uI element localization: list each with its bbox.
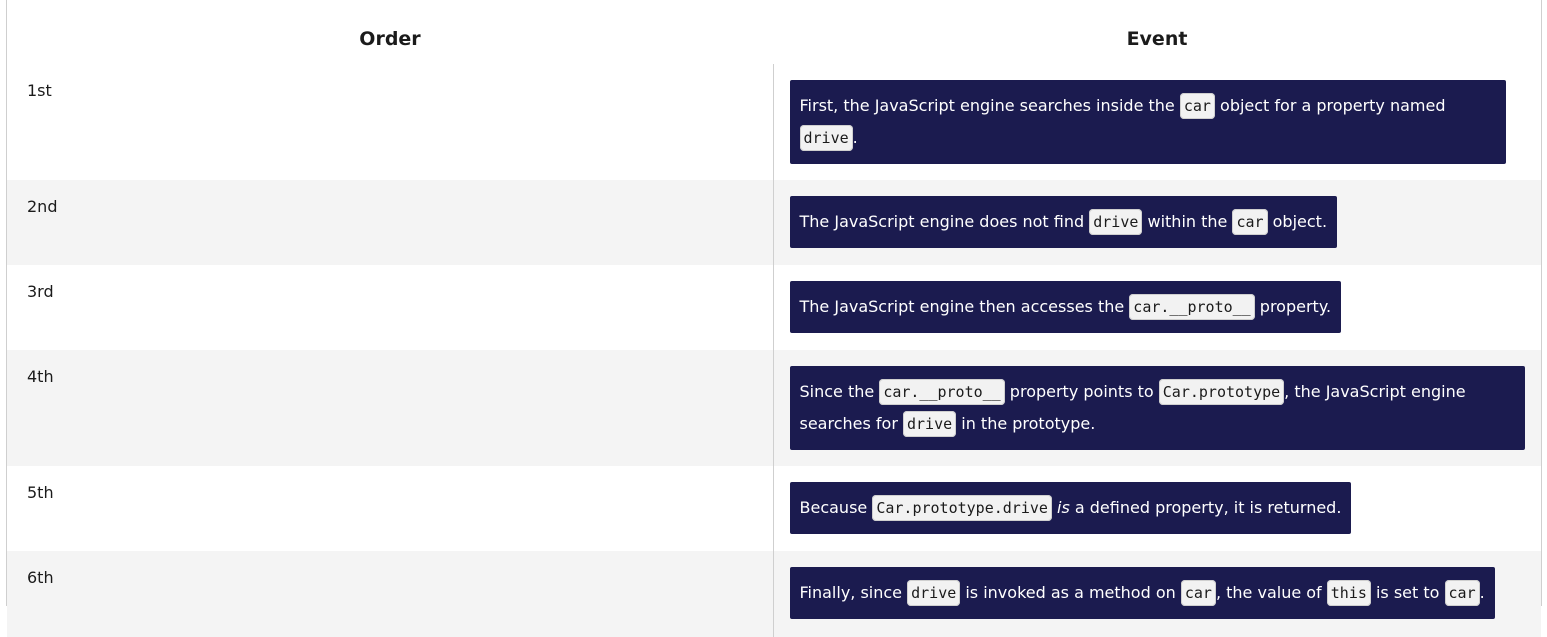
event-text: Since the xyxy=(799,382,880,401)
prototype-lookup-table: Order Event 1st First, the JavaScript en… xyxy=(6,0,1542,637)
event-text: object. xyxy=(1267,212,1328,231)
event-text: is set to xyxy=(1370,583,1445,602)
emphasis-text: is xyxy=(1057,498,1070,517)
order-cell: 3rd xyxy=(7,265,774,350)
inline-code: car.__proto__ xyxy=(1129,294,1255,320)
event-text: Finally, since xyxy=(799,583,908,602)
table-body: 1st First, the JavaScript engine searche… xyxy=(7,64,1541,637)
inline-code: car xyxy=(1232,209,1268,235)
inline-code: car xyxy=(1179,93,1215,119)
event-text: Because xyxy=(799,498,873,517)
inline-code: car xyxy=(1180,580,1216,606)
event-cell: Finally, since drive is invoked as a met… xyxy=(773,551,1541,637)
event-cell: Since the car.__proto__ property points … xyxy=(773,350,1541,466)
order-cell: 1st xyxy=(7,64,774,180)
event-text: object for a property named xyxy=(1214,96,1446,115)
event-description: Since the car.__proto__ property points … xyxy=(789,366,1525,450)
event-cell: Because Car.prototype.drive is a defined… xyxy=(773,466,1541,551)
event-description: Because Car.prototype.drive is a defined… xyxy=(789,482,1352,534)
table-row: 3rd The JavaScript engine then accesses … xyxy=(7,265,1541,350)
event-description: The JavaScript engine does not find driv… xyxy=(789,196,1338,248)
inline-code: drive xyxy=(903,411,957,437)
event-column-header: Event xyxy=(1126,28,1188,50)
inline-code: car.__proto__ xyxy=(879,379,1005,405)
table-row: 5th Because Car.prototype.drive is a def… xyxy=(7,466,1541,551)
event-text: The JavaScript engine then accesses the xyxy=(799,297,1130,316)
event-text: . xyxy=(1479,583,1485,602)
event-text: in the prototype. xyxy=(956,414,1096,433)
inline-code: car xyxy=(1444,580,1480,606)
table-row: 4th Since the car.__proto__ property poi… xyxy=(7,350,1541,466)
order-cell: 6th xyxy=(7,551,774,637)
inline-code: drive xyxy=(799,125,853,151)
event-text: property points to xyxy=(1004,382,1159,401)
event-text: property. xyxy=(1254,297,1332,316)
event-text: within the xyxy=(1142,212,1233,231)
event-text: is invoked as a method on xyxy=(960,583,1181,602)
table-row: 1st First, the JavaScript engine searche… xyxy=(7,64,1541,180)
event-text: The JavaScript engine does not find xyxy=(799,212,1090,231)
event-text: a defined property, it is returned. xyxy=(1069,498,1342,517)
event-cell: The JavaScript engine then accesses the … xyxy=(773,265,1541,350)
inline-code: this xyxy=(1326,580,1371,606)
event-description: First, the JavaScript engine searches in… xyxy=(789,80,1506,164)
inline-code: drive xyxy=(907,580,961,606)
event-description: Finally, since drive is invoked as a met… xyxy=(789,567,1495,619)
event-description: The JavaScript engine then accesses the … xyxy=(789,281,1342,333)
order-column-header: Order xyxy=(359,28,421,50)
inline-code: Car.prototype.drive xyxy=(872,495,1052,521)
event-cell: First, the JavaScript engine searches in… xyxy=(773,64,1541,180)
order-cell: 5th xyxy=(7,466,774,551)
table-row: 2nd The JavaScript engine does not find … xyxy=(7,180,1541,265)
event-text: , the value of xyxy=(1215,583,1327,602)
table-row: 6th Finally, since drive is invoked as a… xyxy=(7,551,1541,637)
table-header: Order Event xyxy=(7,0,1541,64)
inline-code: Car.prototype xyxy=(1158,379,1285,405)
event-text: First, the JavaScript engine searches in… xyxy=(799,96,1180,115)
event-text: . xyxy=(852,128,858,147)
inline-code: drive xyxy=(1089,209,1143,235)
event-cell: The JavaScript engine does not find driv… xyxy=(773,180,1541,265)
order-cell: 2nd xyxy=(7,180,774,265)
order-cell: 4th xyxy=(7,350,774,466)
order-event-table: Order Event 1st First, the JavaScript en… xyxy=(7,0,1541,637)
